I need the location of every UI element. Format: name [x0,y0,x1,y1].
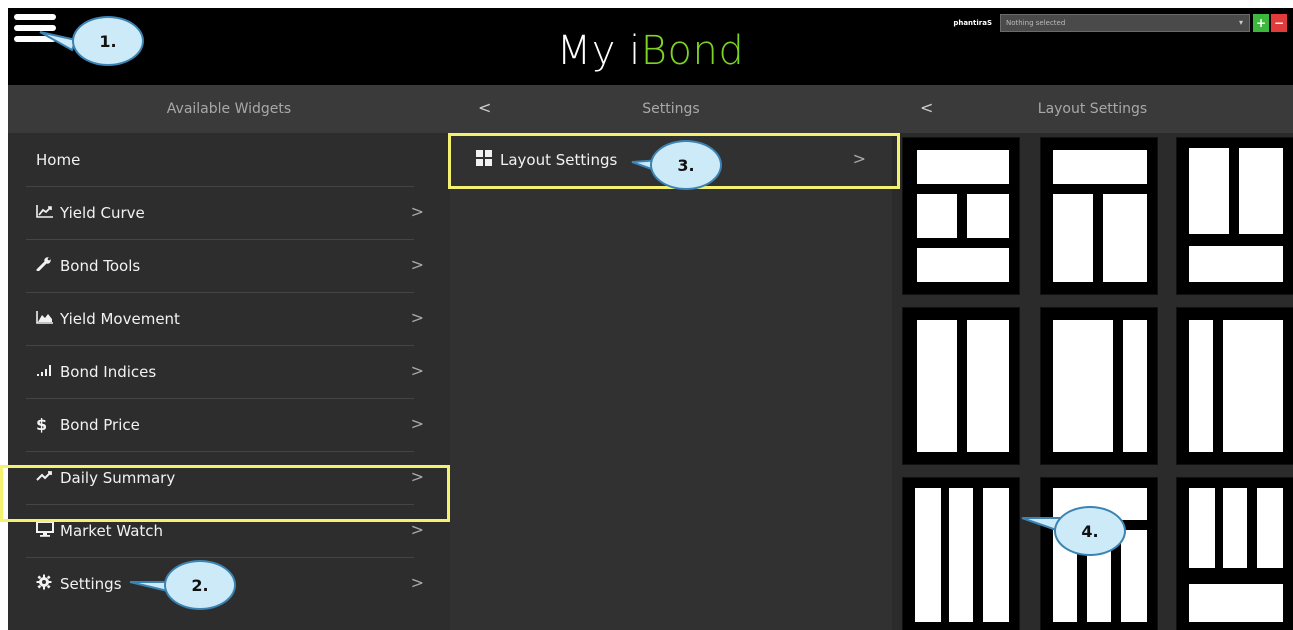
caret-down-icon: ▾ [1238,18,1243,27]
username: phantiraS [953,19,992,27]
menu-item-label: Settings [60,574,122,593]
chevron-right-icon: > [410,202,424,221]
menu-item-label: Market Watch [60,521,164,540]
layout-option-3[interactable] [1176,137,1293,295]
layout-option-6[interactable] [1176,307,1293,465]
callout-label: 2. [191,575,209,595]
menu-item-home[interactable]: Home [8,133,450,186]
menu-item-yield-curve[interactable]: Yield Curve > [8,186,450,239]
menu-item-yield-movement[interactable]: Yield Movement > [8,292,450,345]
settings-panel-header: < Settings [450,85,892,133]
chevron-right-icon: > [410,361,424,380]
settings-highlight-box [0,465,450,522]
chevron-right-icon: > [410,255,424,274]
selector-value: Nothing selected [1006,19,1066,27]
chevron-right-icon: > [410,308,424,327]
gear-icon [36,574,60,594]
settings-panel-title: Settings [642,101,700,117]
user-area: phantiraS Nothing selected ▾ + − [953,14,1287,32]
menu-item-bond-tools[interactable]: Bond Tools > [8,239,450,292]
remove-button[interactable]: − [1271,14,1287,32]
app-title: My iBond [8,28,1293,74]
menu-item-bond-indices[interactable]: Bond Indices > [8,345,450,398]
chevron-right-icon: > [410,520,424,539]
menu-item-label: Home [36,150,81,169]
layout-option-2[interactable] [1040,137,1158,295]
area-chart-icon [36,310,60,328]
widgets-panel: Available Widgets Home Yield Curve > Bon… [8,85,450,630]
menu-item-label: Yield Curve [60,203,145,222]
widgets-panel-header: Available Widgets [8,85,450,133]
callout-label: 4. [1081,521,1099,541]
callout-3: 3. [650,140,722,190]
app-title-accent: Bond [640,28,745,74]
add-button[interactable]: + [1253,14,1269,32]
layout-option-1[interactable] [902,137,1020,295]
back-arrow-icon[interactable]: < [478,98,491,117]
callout-1: 1. [72,16,144,66]
menu-item-label: Bond Indices [60,362,157,381]
menu-item-label: Bond Tools [60,256,141,275]
callout-label: 1. [99,31,117,51]
dollar-icon: $ [36,415,48,434]
layout-settings-panel-title: Layout Settings [1037,101,1148,117]
app-title-prefix: My i [556,28,641,74]
wrench-icon [36,256,60,275]
back-arrow-icon[interactable]: < [920,98,933,117]
layout-selector[interactable]: Nothing selected ▾ [1000,14,1250,32]
chevron-right-icon: > [410,414,424,433]
callout-2: 2. [164,560,236,610]
chevron-right-icon: > [410,573,424,592]
line-chart-icon [36,204,60,222]
monitor-icon [36,520,60,541]
callout-label: 3. [677,155,695,175]
signal-bars-icon [36,363,60,381]
menu-item-bond-price[interactable]: $ Bond Price > [8,398,450,451]
layout-option-7[interactable] [902,477,1020,630]
top-bar: My iBond phantiraS Nothing selected ▾ + … [8,8,1293,85]
menu-item-label: Bond Price [60,415,140,434]
layout-option-4[interactable] [902,307,1020,465]
layout-settings-panel-header: < Layout Settings [892,85,1293,133]
layout-option-5[interactable] [1040,307,1158,465]
callout-4: 4. [1054,506,1126,556]
layout-option-9[interactable] [1176,477,1293,630]
menu-item-label: Yield Movement [60,309,180,328]
